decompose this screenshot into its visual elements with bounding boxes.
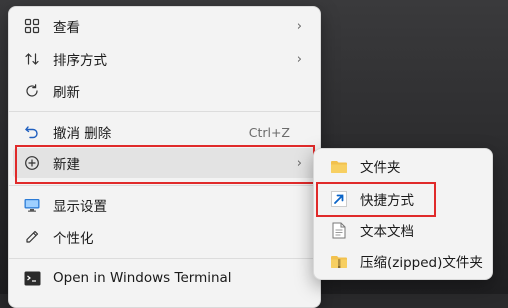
- zip-folder-icon: [330, 252, 348, 270]
- submenu-item-zip-folder[interactable]: 压缩(zipped)文件夹: [318, 247, 488, 275]
- display-settings-icon: [23, 196, 41, 214]
- menu-item-label: 查看: [53, 20, 80, 36]
- highlight-box-new: [15, 145, 315, 184]
- menu-item-open-terminal[interactable]: Open in Windows Terminal: [13, 263, 316, 293]
- menu-item-label: 显示设置: [53, 199, 107, 215]
- submenu-item-folder[interactable]: 文件夹: [318, 152, 488, 180]
- shortcut-key: Ctrl+Z: [248, 124, 290, 140]
- refresh-icon: [23, 82, 41, 100]
- menu-item-personalize[interactable]: 个性化: [13, 222, 316, 252]
- menu-item-label: 排序方式: [53, 53, 107, 69]
- submenu-item-label: 文件夹: [360, 160, 401, 176]
- grid-view-icon: [23, 17, 41, 35]
- personalize-pen-icon: [23, 228, 41, 246]
- submenu-item-label: 压缩(zipped)文件夹: [360, 255, 483, 271]
- menu-separator: [9, 185, 320, 186]
- menu-item-sort[interactable]: 排序方式 ›: [13, 44, 316, 74]
- menu-item-display-settings[interactable]: 显示设置: [13, 190, 316, 220]
- highlight-box-shortcut: [316, 182, 436, 217]
- menu-separator: [9, 258, 320, 259]
- text-document-icon: [330, 221, 348, 239]
- submenu-item-text-document[interactable]: 文本文档: [318, 216, 488, 244]
- menu-item-label: Open in Windows Terminal: [53, 270, 232, 286]
- chevron-right-icon: ›: [296, 51, 302, 67]
- menu-item-view[interactable]: 查看 ›: [13, 11, 316, 41]
- menu-item-label: 刷新: [53, 85, 80, 101]
- sort-icon: [23, 50, 41, 68]
- folder-icon: [330, 157, 348, 175]
- submenu-item-label: 文本文档: [360, 224, 414, 240]
- menu-item-label: 个性化: [53, 231, 94, 247]
- menu-item-undo-delete[interactable]: 撤消 删除 Ctrl+Z: [13, 117, 316, 147]
- menu-separator: [9, 111, 320, 112]
- menu-item-refresh[interactable]: 刷新: [13, 76, 316, 106]
- chevron-right-icon: ›: [296, 18, 302, 34]
- terminal-icon: [23, 269, 41, 287]
- menu-item-label: 撤消 删除: [53, 126, 112, 142]
- undo-icon: [23, 123, 41, 141]
